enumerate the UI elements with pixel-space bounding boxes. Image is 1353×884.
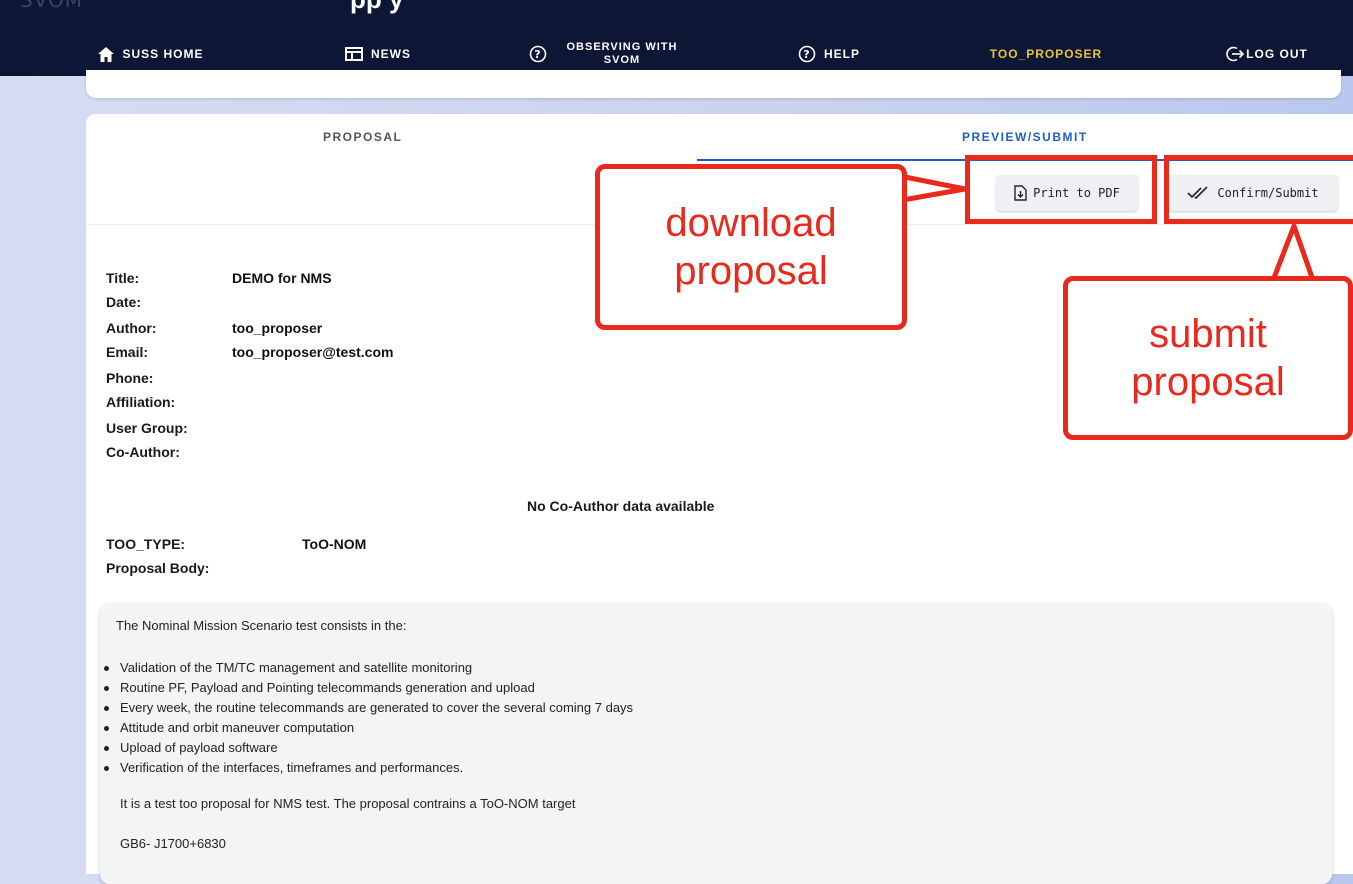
callout-text: download proposal [665, 201, 837, 293]
submit-callout-pointer [1269, 223, 1317, 286]
callout-text: submit proposal [1131, 312, 1285, 404]
submit-proposal-callout: submit proposal [1063, 276, 1353, 440]
download-proposal-callout: download proposal [595, 164, 907, 330]
